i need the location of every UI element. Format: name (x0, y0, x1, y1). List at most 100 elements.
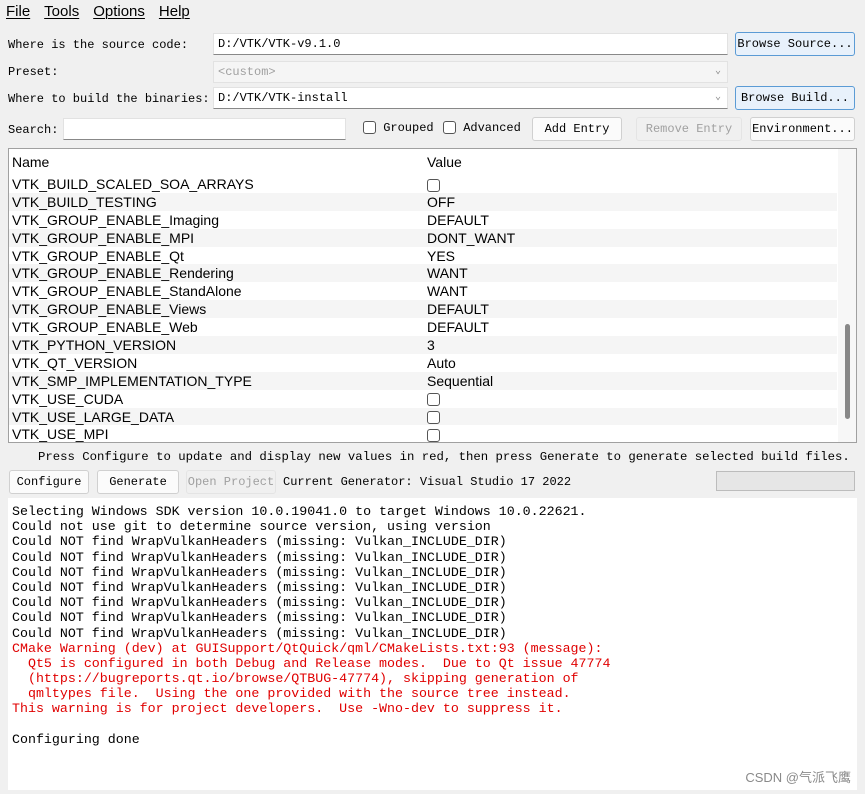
preset-value: <custom> (218, 65, 276, 79)
table-row[interactable]: VTK_SMP_IMPLEMENTATION_TYPE Sequential (9, 371, 837, 390)
entry-value-checkbox[interactable] (423, 409, 440, 425)
open-project-button[interactable]: Open Project (186, 470, 276, 494)
output-log: Selecting Windows SDK version 10.0.19041… (8, 498, 857, 790)
entry-value[interactable]: OFF (423, 194, 455, 210)
entry-name: VTK_GROUP_ENABLE_Web (12, 319, 198, 336)
table-row[interactable]: VTK_BUILD_TESTING OFF (9, 192, 837, 211)
table-row[interactable]: VTK_QT_VERSION Auto (9, 354, 837, 372)
menu-options[interactable]: Options (93, 3, 145, 20)
entry-value[interactable]: Sequential (423, 373, 493, 389)
entry-value-checkbox[interactable] (423, 176, 440, 192)
log-line: Could NOT find WrapVulkanHeaders (missin… (12, 534, 507, 550)
browse-source-button[interactable]: Browse Source... (735, 32, 855, 56)
entry-name: VTK_GROUP_ENABLE_MPI (12, 229, 195, 246)
checkbox-box[interactable] (427, 393, 440, 407)
entry-value-checkbox[interactable] (423, 391, 440, 407)
grouped-checkbox[interactable]: Grouped (363, 121, 434, 135)
log-line: Could NOT find WrapVulkanHeaders (missin… (12, 610, 507, 626)
log-line: CMake Warning (dev) at GUISupport/QtQuic… (12, 640, 603, 656)
search-label: Search: (8, 123, 59, 137)
log-line: Could NOT find WrapVulkanHeaders (missin… (12, 549, 507, 565)
search-input[interactable] (63, 118, 346, 140)
entry-value[interactable]: 3 (423, 337, 435, 353)
entry-name: VTK_GROUP_ENABLE_StandAlone (12, 283, 242, 300)
checkbox-box[interactable] (363, 121, 376, 135)
cache-table: Name Value VTK_BUILD_SCALED_SOA_ARRAYS VT… (8, 148, 857, 443)
configure-button[interactable]: Configure (9, 470, 89, 494)
entry-name: VTK_GROUP_ENABLE_Views (12, 301, 207, 318)
menu-bar: File Tools Options Help (6, 3, 190, 20)
log-line: Could NOT find WrapVulkanHeaders (missin… (12, 579, 507, 595)
entry-value[interactable]: DONT_WANT (423, 230, 515, 246)
menu-file[interactable]: File (6, 3, 30, 20)
log-line: Could NOT find WrapVulkanHeaders (missin… (12, 625, 507, 641)
table-row[interactable]: VTK_GROUP_ENABLE_Views DEFAULT (9, 300, 837, 319)
entry-name: VTK_SMP_IMPLEMENTATION_TYPE (12, 372, 252, 389)
add-entry-button[interactable]: Add Entry (532, 117, 622, 141)
entry-name: VTK_GROUP_ENABLE_Imaging (12, 211, 219, 228)
table-row[interactable]: VTK_GROUP_ENABLE_Imaging DEFAULT (9, 211, 837, 229)
column-header-value[interactable]: Value (423, 154, 462, 170)
watermark: CSDN @气派飞鹰 (745, 770, 851, 785)
hint-text: Press Configure to update and display ne… (38, 450, 850, 464)
build-label: Where to build the binaries: (8, 92, 210, 106)
entry-name: VTK_USE_CUDA (12, 390, 124, 407)
column-header-name[interactable]: Name (9, 154, 423, 170)
build-combobox[interactable]: D:/VTK/VTK-install ⌄ (213, 87, 728, 109)
environment-button[interactable]: Environment... (750, 117, 855, 141)
table-row[interactable]: VTK_GROUP_ENABLE_Rendering WANT (9, 264, 837, 283)
entry-value[interactable]: WANT (423, 265, 468, 281)
log-line: Selecting Windows SDK version 10.0.19041… (12, 504, 587, 519)
entry-value[interactable]: WANT (423, 283, 468, 299)
table-row[interactable]: VTK_USE_LARGE_DATA (9, 407, 837, 426)
table-header: Name Value (9, 149, 856, 175)
log-line: This warning is for project developers. … (12, 701, 563, 717)
remove-entry-button[interactable]: Remove Entry (636, 117, 742, 141)
entry-value[interactable]: DEFAULT (423, 319, 489, 335)
browse-build-button[interactable]: Browse Build... (735, 86, 855, 110)
current-generator: Current Generator: Visual Studio 17 2022 (283, 475, 572, 489)
checkbox-box[interactable] (427, 411, 440, 425)
log-line: Could not use git to determine source ve… (12, 519, 491, 535)
entry-name: VTK_QT_VERSION (12, 354, 138, 371)
table-row[interactable]: VTK_USE_CUDA (9, 390, 837, 408)
scrollbar-thumb[interactable] (845, 324, 850, 419)
log-line: Configuring done (12, 731, 140, 747)
table-row[interactable]: VTK_GROUP_ENABLE_StandAlone WANT (9, 282, 837, 300)
entry-value-checkbox[interactable] (423, 426, 440, 442)
menu-help[interactable]: Help (159, 3, 190, 20)
entry-value[interactable]: DEFAULT (423, 301, 489, 317)
checkbox-box[interactable] (427, 429, 440, 442)
entry-name: VTK_BUILD_SCALED_SOA_ARRAYS (12, 175, 254, 192)
checkbox-box[interactable] (427, 178, 440, 192)
log-line: Qt5 is configured in both Debug and Rele… (12, 655, 611, 671)
entry-name: VTK_BUILD_TESTING (12, 193, 157, 210)
generate-button[interactable]: Generate (97, 470, 179, 494)
menu-tools[interactable]: Tools (44, 3, 79, 20)
preset-select[interactable]: <custom> ⌄ (213, 61, 728, 83)
advanced-checkbox[interactable]: Advanced (443, 121, 521, 135)
checkbox-box[interactable] (443, 121, 456, 135)
table-row[interactable]: VTK_USE_MPI (9, 425, 837, 443)
advanced-label: Advanced (463, 121, 521, 135)
entry-value[interactable]: Auto (423, 355, 456, 371)
entry-name: VTK_GROUP_ENABLE_Qt (12, 247, 184, 264)
entry-value[interactable]: DEFAULT (423, 212, 489, 228)
log-line: qmltypes file. Using the one provided wi… (12, 686, 571, 702)
entry-value[interactable]: YES (423, 248, 455, 264)
entry-name: VTK_GROUP_ENABLE_Rendering (12, 265, 234, 282)
source-input[interactable]: D:/VTK/VTK-v9.1.0 (213, 33, 728, 55)
table-row[interactable]: VTK_PYTHON_VERSION 3 (9, 336, 837, 354)
log-line: Could NOT find WrapVulkanHeaders (missin… (12, 564, 507, 580)
table-row[interactable]: VTK_BUILD_SCALED_SOA_ARRAYS (9, 175, 837, 193)
table-row[interactable]: VTK_GROUP_ENABLE_Web DEFAULT (9, 318, 837, 336)
build-value: D:/VTK/VTK-install (218, 91, 348, 105)
grouped-label: Grouped (383, 121, 434, 135)
chevron-down-icon[interactable]: ⌄ (715, 91, 721, 103)
log-line: Could NOT find WrapVulkanHeaders (missin… (12, 595, 507, 611)
table-row[interactable]: VTK_GROUP_ENABLE_MPI DONT_WANT (9, 228, 837, 247)
table-row[interactable]: VTK_GROUP_ENABLE_Qt YES (9, 247, 837, 265)
entry-name: VTK_USE_MPI (12, 426, 109, 443)
chevron-down-icon: ⌄ (714, 66, 721, 77)
